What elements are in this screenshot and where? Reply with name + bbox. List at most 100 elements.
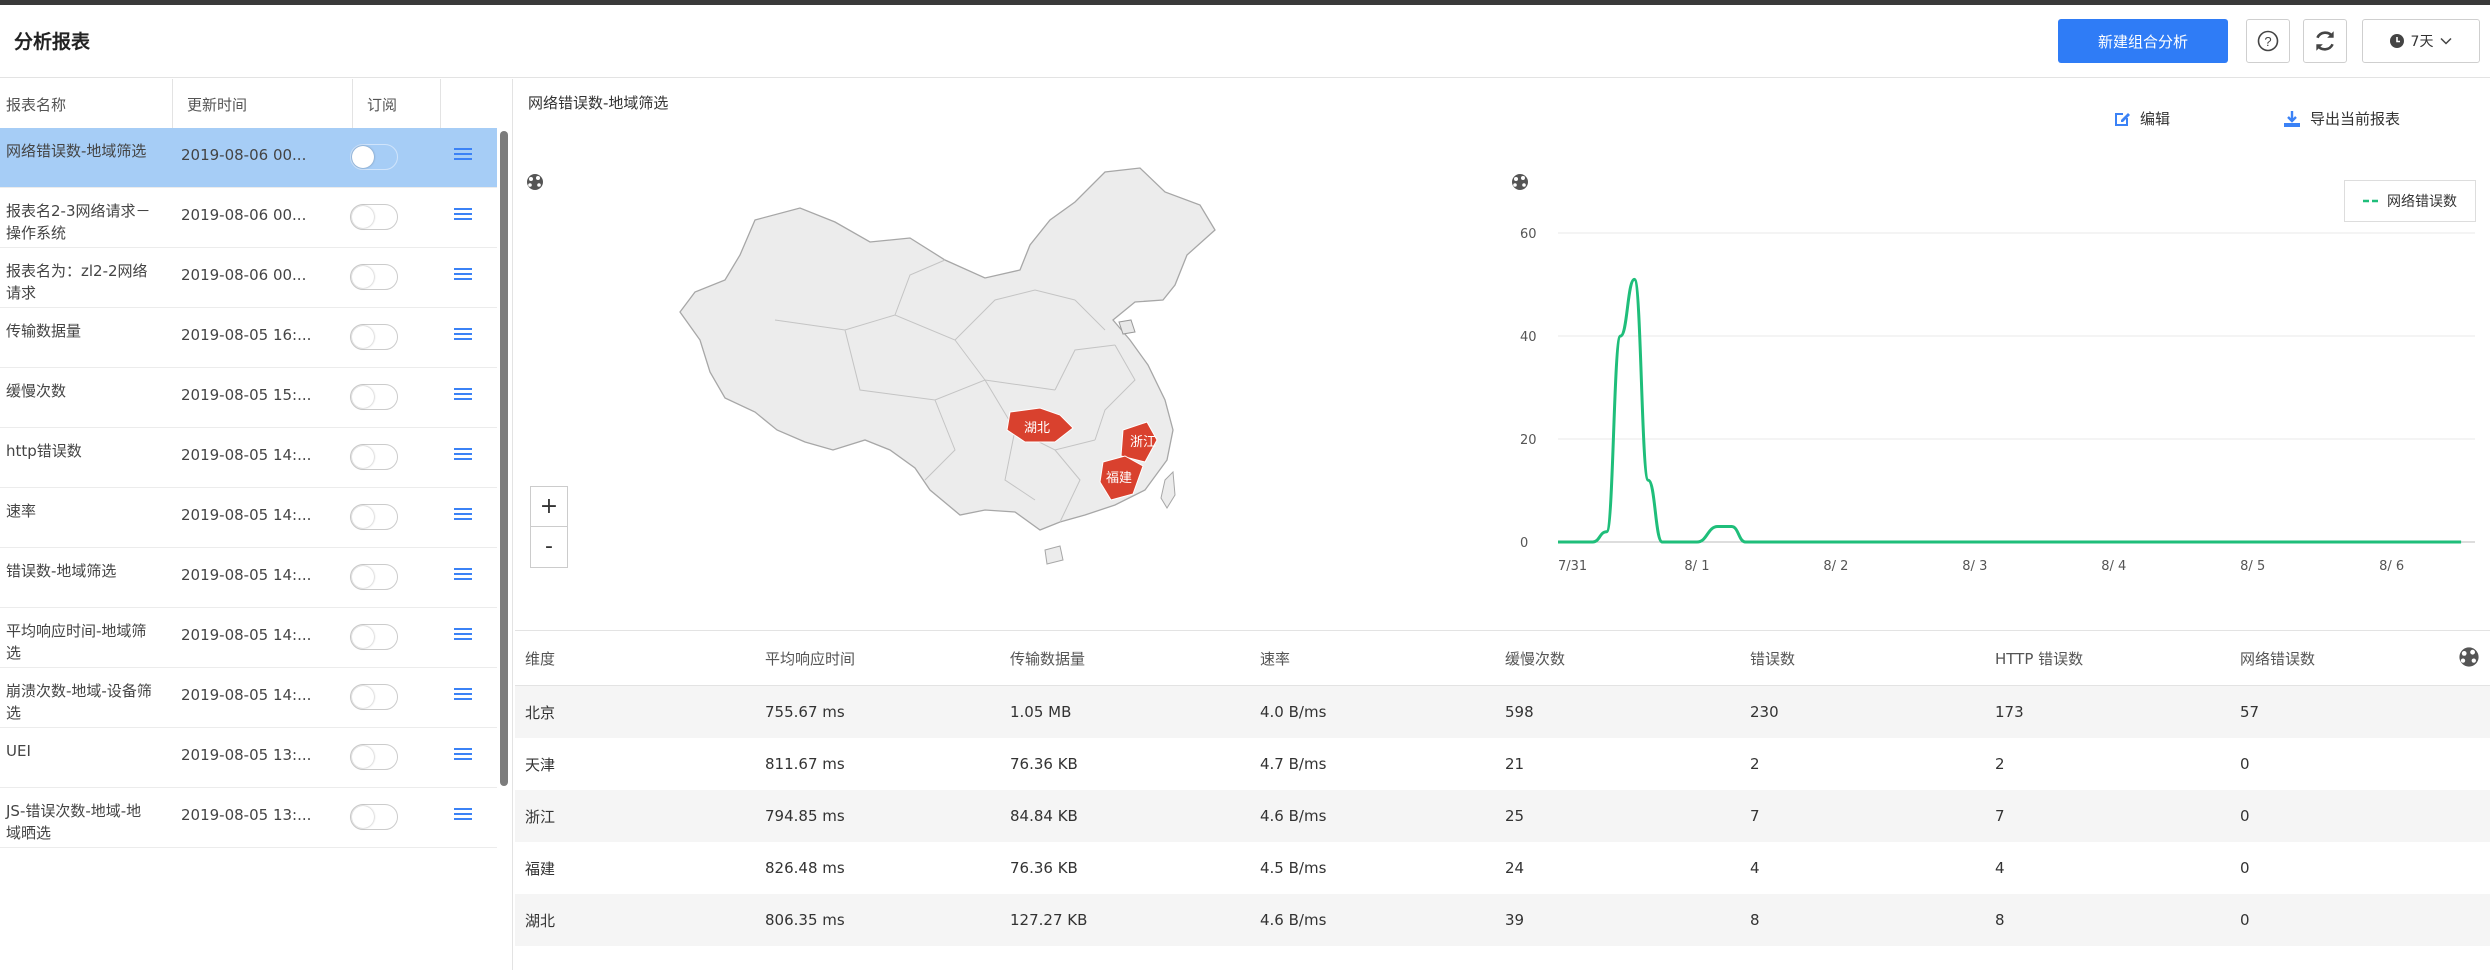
report-update-time: 2019-08-06 00... — [181, 266, 307, 284]
subscribe-toggle[interactable] — [350, 324, 398, 350]
report-list-item[interactable]: 传输数据量 2019-08-05 16:... — [0, 308, 497, 368]
list-icon[interactable] — [454, 748, 472, 764]
subscribe-toggle[interactable] — [350, 144, 398, 170]
table-cell: 598 — [1505, 703, 1534, 721]
y-tick-label: 0 — [1520, 536, 1528, 551]
report-list-item[interactable]: UEI 2019-08-05 13:... — [0, 728, 497, 788]
table-header-cell: 网络错误数 — [2240, 649, 2316, 668]
clock-icon — [2389, 34, 2404, 48]
table-cell: 4 — [1995, 859, 2005, 877]
report-list-item[interactable]: 报表名为：zl2-2网络请求 2019-08-06 00... — [0, 248, 497, 308]
report-update-time: 2019-08-05 14:... — [181, 626, 312, 644]
list-icon[interactable] — [454, 808, 472, 824]
report-name: 报表名为：zl2-2网络请求 — [6, 262, 148, 302]
help-button[interactable]: ? — [2246, 19, 2290, 63]
table-cell: 39 — [1505, 911, 1525, 929]
zoom-out-button[interactable]: - — [531, 527, 567, 566]
line-chart: 0 20 40 60 7/31 8/ 1 8/ 2 8/ 3 8/ 4 8/ 5 8/ 6 — [1500, 150, 2490, 600]
report-list-item[interactable]: 错误数-地域筛选 2019-08-05 14:... — [0, 548, 497, 608]
table-header-cell: 平均响应时间 — [765, 649, 856, 668]
table-cell: 7 — [1995, 807, 2005, 825]
toggle-knob — [352, 746, 374, 768]
table-cell: 806.35 ms — [765, 911, 845, 929]
chart-toolbox-icon[interactable] — [527, 174, 543, 190]
subscribe-toggle[interactable] — [350, 504, 398, 530]
subscribe-toggle[interactable] — [350, 744, 398, 770]
time-range-value: 7天 — [2410, 34, 2434, 50]
chart-toolbox-icon[interactable] — [1512, 174, 1528, 190]
table-cell: 127.27 KB — [1010, 911, 1088, 929]
report-list-item[interactable]: http错误数 2019-08-05 14:... — [0, 428, 497, 488]
toggle-knob — [352, 206, 374, 228]
report-list-panel: 报表名称 更新时间 订阅 网络错误数-地域筛选 2019-08-06 00... 报… — [0, 79, 513, 970]
table-cell: 0 — [2240, 859, 2250, 877]
list-icon[interactable] — [454, 328, 472, 344]
report-list-item[interactable]: JS-错误次数-地域-地域晒选 2019-08-05 13:... — [0, 788, 497, 848]
edit-button[interactable]: 编辑 — [2112, 108, 2170, 129]
list-icon[interactable] — [454, 568, 472, 584]
report-update-time: 2019-08-05 16:... — [181, 326, 312, 344]
scrollbar-thumb[interactable] — [500, 131, 508, 786]
report-name: 缓慢次数 — [6, 382, 67, 400]
list-icon[interactable] — [454, 688, 472, 704]
report-list-item[interactable]: 崩溃次数-地域-设备筛选 2019-08-05 14:... — [0, 668, 497, 728]
report-name: UEI — [6, 742, 31, 760]
subscribe-toggle[interactable] — [350, 384, 398, 410]
svg-text:?: ? — [2264, 34, 2271, 49]
new-combined-analysis-button[interactable]: 新建组合分析 — [2058, 19, 2228, 63]
export-report-button[interactable]: 导出当前报表 — [2282, 108, 2400, 129]
refresh-button[interactable] — [2303, 19, 2347, 63]
chart-legend[interactable]: 网络错误数 — [2344, 180, 2476, 222]
table-cell: 4 — [1750, 859, 1760, 877]
y-tick-label: 60 — [1520, 227, 1537, 242]
report-list-item[interactable]: 缓慢次数 2019-08-05 15:... — [0, 368, 497, 428]
subscribe-toggle[interactable] — [350, 564, 398, 590]
report-list-item[interactable]: 速率 2019-08-05 14:... — [0, 488, 497, 548]
table-cell: 4.7 B/ms — [1260, 755, 1327, 773]
table-cell: 8 — [1750, 911, 1760, 929]
col-divider — [440, 79, 441, 128]
report-list-item[interactable]: 网络错误数-地域筛选 2019-08-06 00... — [0, 128, 497, 188]
subscribe-toggle[interactable] — [350, 804, 398, 830]
report-name: 传输数据量 — [6, 322, 82, 340]
table-cell: 755.67 ms — [765, 703, 845, 721]
subscribe-toggle[interactable] — [350, 624, 398, 650]
list-icon[interactable] — [454, 508, 472, 524]
subscribe-toggle[interactable] — [350, 204, 398, 230]
table-header-cell: 传输数据量 — [1010, 649, 1086, 668]
table-cell: 2 — [1750, 755, 1760, 773]
table-cell: 北京 — [525, 703, 556, 722]
table-header-row: 维度 平均响应时间 传输数据量 速率 缓慢次数 错误数 HTTP 错误数 网络错误数 — [515, 630, 2490, 686]
list-icon[interactable] — [454, 208, 472, 224]
subscribe-toggle[interactable] — [350, 444, 398, 470]
list-icon[interactable] — [454, 268, 472, 284]
map-label-zhejiang: 浙江 — [1130, 435, 1156, 450]
report-list-item[interactable]: 平均响应时间-地域筛选 2019-08-05 14:... — [0, 608, 497, 668]
chevron-down-icon — [2440, 37, 2452, 45]
toggle-knob — [352, 506, 374, 528]
table-cell: 1.05 MB — [1010, 703, 1072, 721]
x-tick-label: 8/ 3 — [1962, 559, 1987, 574]
col-report-name: 报表名称 — [6, 96, 67, 114]
time-range-select[interactable]: 7天 — [2362, 19, 2480, 63]
table-cell: 794.85 ms — [765, 807, 845, 825]
table-cell: 福建 — [525, 859, 556, 878]
list-icon[interactable] — [454, 628, 472, 644]
subscribe-toggle[interactable] — [350, 264, 398, 290]
table-cell: 230 — [1750, 703, 1779, 721]
col-subscribe: 订阅 — [367, 96, 398, 114]
list-icon[interactable] — [454, 388, 472, 404]
refresh-icon — [2316, 31, 2334, 51]
report-update-time: 2019-08-06 00... — [181, 146, 307, 164]
report-list-item[interactable]: 报表名2-3网络请求－操作系统 2019-08-06 00... — [0, 188, 497, 248]
zoom-in-button[interactable]: + — [531, 487, 567, 527]
report-update-time: 2019-08-05 14:... — [181, 686, 312, 704]
table-cell: 21 — [1505, 755, 1525, 773]
toggle-knob — [352, 686, 374, 708]
list-icon[interactable] — [454, 448, 472, 464]
x-tick-label: 8/ 1 — [1684, 559, 1709, 574]
list-icon[interactable] — [454, 148, 472, 164]
subscribe-toggle[interactable] — [350, 684, 398, 710]
table-toolbox-icon[interactable] — [2457, 645, 2481, 673]
report-list-scrollbar[interactable] — [498, 128, 510, 970]
